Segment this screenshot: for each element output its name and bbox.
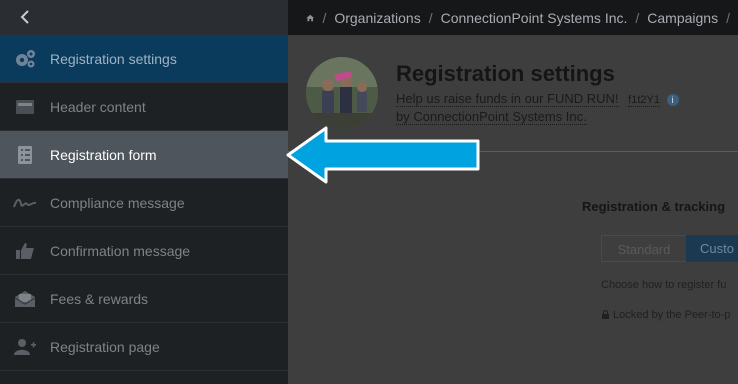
sidebar-item-confirmation-message[interactable]: Confirmation message bbox=[0, 227, 288, 275]
breadcrumb-campaigns[interactable]: Campaigns bbox=[647, 10, 718, 26]
standard-option-button[interactable]: Standard bbox=[601, 235, 687, 262]
registration-help-text: Choose how to register fu bbox=[601, 279, 727, 291]
sidebar-item-registration-page[interactable]: Registration page bbox=[0, 323, 288, 371]
section-title: Registration & tracking bbox=[582, 199, 726, 214]
sidebar-item-label: Registration form bbox=[50, 146, 157, 163]
add-user-icon bbox=[13, 337, 37, 357]
sidebar-item-label: Confirmation message bbox=[50, 242, 191, 259]
sidebar-item-header-content[interactable]: Header content bbox=[0, 83, 288, 131]
breadcrumb-organization[interactable]: ConnectionPoint Systems Inc. bbox=[441, 10, 628, 26]
thumbs-up-icon bbox=[13, 241, 37, 261]
sidebar-item-registration-settings[interactable]: Registration settings bbox=[0, 35, 288, 83]
back-button[interactable] bbox=[0, 0, 50, 35]
form-list-icon bbox=[13, 145, 37, 165]
sidebar-item-fees-rewards[interactable]: Fees & rewards bbox=[0, 275, 288, 323]
organization-link[interactable]: by ConnectionPoint Systems Inc. bbox=[396, 109, 587, 125]
sidebar-item-label: Registration settings bbox=[50, 50, 177, 67]
campaign-avatar bbox=[306, 57, 378, 129]
sidebar: Registration settings Header content Reg… bbox=[0, 35, 288, 384]
envelope-money-icon bbox=[13, 289, 37, 309]
campaign-code: f1t2Y1 bbox=[628, 94, 660, 107]
sidebar-item-label: Registration page bbox=[50, 338, 160, 355]
sidebar-item-compliance-message[interactable]: Compliance message bbox=[0, 179, 288, 227]
home-icon[interactable] bbox=[306, 10, 314, 26]
breadcrumb-separator: / bbox=[635, 9, 640, 26]
gears-icon bbox=[13, 49, 37, 69]
breadcrumb-separator: / bbox=[428, 9, 433, 26]
breadcrumb: / Organizations / ConnectionPoint System… bbox=[288, 0, 738, 35]
chevron-left-icon bbox=[20, 10, 29, 24]
pointer-arrow-annotation bbox=[286, 126, 480, 184]
signature-icon bbox=[13, 193, 37, 213]
breadcrumb-separator: / bbox=[322, 9, 327, 26]
campaign-name-link[interactable]: Help us raise funds in our FUND RUN! bbox=[396, 91, 619, 107]
main-content: Registration settings Help us raise fund… bbox=[288, 35, 738, 384]
custom-option-button[interactable]: Custo bbox=[686, 235, 738, 262]
lock-icon bbox=[602, 310, 609, 319]
locked-notice-text: Locked by the Peer-to-p bbox=[613, 309, 731, 321]
top-bar: / Organizations / ConnectionPoint System… bbox=[0, 0, 738, 35]
page-title: Registration settings bbox=[396, 61, 615, 86]
sidebar-item-label: Compliance message bbox=[50, 194, 185, 211]
sidebar-item-registration-form[interactable]: Registration form bbox=[0, 131, 288, 179]
locked-notice: Locked by the Peer-to-p bbox=[601, 309, 730, 321]
breadcrumb-separator: / bbox=[726, 9, 730, 26]
sidebar-item-label: Fees & rewards bbox=[50, 290, 149, 307]
campaign-subtitle: Help us raise funds in our FUND RUN! f1t… bbox=[396, 91, 679, 107]
header-icon bbox=[13, 97, 37, 117]
breadcrumb-organizations[interactable]: Organizations bbox=[334, 10, 420, 26]
info-icon[interactable]: i bbox=[666, 93, 679, 106]
sidebar-item-label: Header content bbox=[50, 98, 146, 115]
